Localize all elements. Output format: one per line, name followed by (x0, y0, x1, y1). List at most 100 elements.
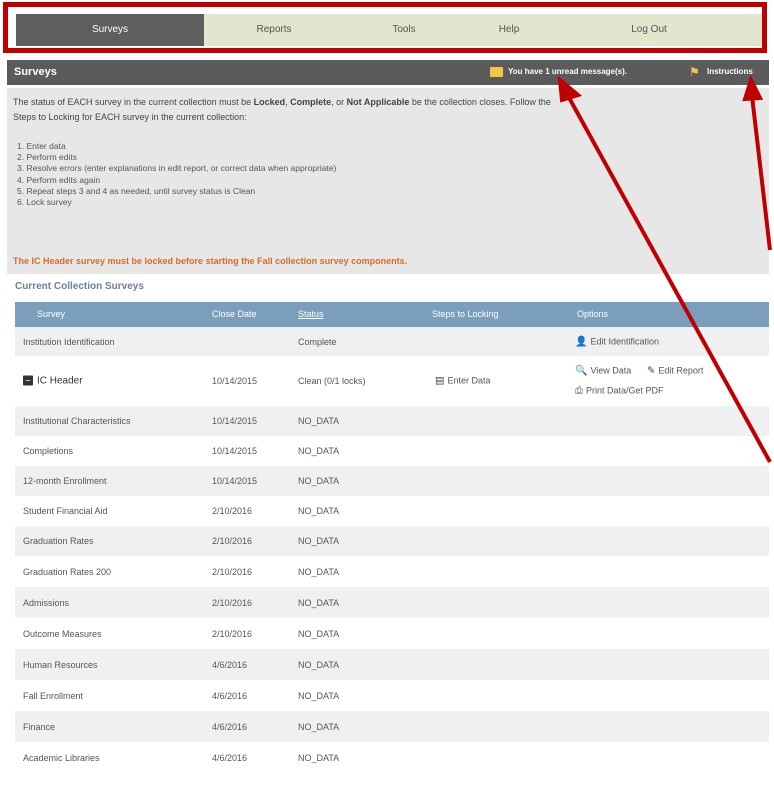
unread-messages-link[interactable]: You have 1 unread message(s). (508, 67, 627, 76)
survey-status: Complete (298, 336, 337, 347)
table-row: Outcome Measures 2/10/2016 NO_DATA (15, 618, 769, 649)
close-date: 10/14/2015 (212, 416, 258, 426)
survey-name: Institutional Characteristics (23, 416, 131, 426)
survey-name: Graduation Rates (23, 536, 94, 546)
document-icon: ▤ (435, 375, 445, 387)
step-item: 5. Repeat steps 3 and 4 as needed, until… (17, 185, 256, 196)
column-header-survey: Survey (37, 309, 66, 319)
survey-status: NO_DATA (298, 721, 340, 732)
steps-list: 1. Enter data 2. Perform edits 3. Resolv… (17, 141, 336, 208)
close-date: 2/10/2016 (212, 566, 253, 577)
survey-status: NO_DATA (298, 416, 340, 426)
envelope-icon[interactable] (490, 67, 503, 77)
status-instructions-text: The status of EACH survey in the current… (13, 95, 761, 125)
survey-status: NO_DATA (298, 690, 340, 701)
close-date: 4/6/2016 (212, 721, 248, 732)
ic-header-warning: The IC Header survey must be locked befo… (13, 256, 408, 266)
table-row: Institution Identification Complete 👤 Edi… (15, 327, 769, 356)
close-date: 4/6/2016 (212, 752, 248, 763)
survey-status: NO_DATA (298, 597, 340, 608)
survey-name: Institution Identification (23, 336, 115, 347)
edit-identification-link[interactable]: 👤 Edit Identification (575, 336, 659, 347)
table-row: Institutional Characteristics 10/14/2015… (15, 406, 769, 436)
survey-status: NO_DATA (298, 536, 340, 546)
enter-data-link[interactable]: ▤ Enter Data (435, 376, 490, 387)
close-date: 4/6/2016 (212, 659, 248, 670)
survey-name: Fall Enrollment (23, 690, 84, 701)
info-text-part2: be (409, 97, 422, 107)
view-data-label: View Data (590, 365, 632, 376)
status-not-applicable-text: Not Applicable (346, 97, 410, 107)
table-row: Academic Libraries 4/6/2016 NO_DATA (15, 742, 769, 773)
survey-status: NO_DATA (298, 566, 340, 577)
close-date: 2/10/2016 (212, 536, 253, 546)
section-title: Current Collection Surveys (15, 281, 144, 292)
tab-tools[interactable]: Tools (344, 14, 464, 46)
view-data-link[interactable]: 🔍 View Data (575, 366, 631, 377)
top-navigation: Surveys Reports Tools Help Log Out (0, 0, 774, 58)
tab-reports[interactable]: Reports (204, 14, 344, 46)
survey-status: Clean (0/1 locks) (298, 376, 366, 386)
flag-icon[interactable]: ⚑ (689, 65, 703, 79)
column-header-status[interactable]: Status (298, 309, 324, 319)
close-date: 2/10/2016 (212, 506, 253, 516)
status-locked-text: Locked (253, 97, 286, 107)
user-icon: 👤 (575, 336, 588, 347)
step-item: 3. Resolve errors (enter explanations in… (17, 163, 337, 174)
tab-help[interactable]: Help (464, 14, 554, 46)
column-header-steps: Steps to Locking (432, 309, 499, 319)
status-complete-text: Complete (290, 97, 332, 107)
info-text-part1: The status of EACH survey in the current… (13, 97, 254, 107)
table-row: Student Financial Aid 2/10/2016 NO_DATA (15, 496, 769, 526)
info-text-part3: the collection closes. Follow the (421, 97, 551, 107)
survey-status: NO_DATA (298, 752, 340, 763)
edit-report-label: Edit Report (658, 365, 704, 376)
table-row: Human Resources 4/6/2016 NO_DATA (15, 649, 769, 680)
magnifier-icon: 🔍 (575, 365, 588, 377)
step-item: 2. Perform edits (17, 152, 77, 163)
page-title: Surveys (14, 66, 57, 78)
column-header-close-date: Close Date (212, 309, 257, 319)
collapse-icon[interactable]: − (23, 375, 33, 386)
close-date: 2/10/2016 (212, 628, 253, 639)
page-header: Surveys You have 1 unread message(s). ⚑ … (7, 60, 769, 85)
survey-name: Finance (23, 721, 56, 732)
survey-name-cell: − IC Header (23, 375, 83, 387)
edit-identification-label: Edit Identification (590, 336, 659, 346)
close-date: 4/6/2016 (212, 690, 248, 701)
survey-name: Completions (23, 446, 74, 456)
survey-name: Outcome Measures (23, 628, 102, 639)
table-row: 12-month Enrollment 10/14/2015 NO_DATA (15, 466, 769, 496)
survey-name: Admissions (23, 597, 70, 608)
table-row: Fall Enrollment 4/6/2016 NO_DATA (15, 680, 769, 711)
table-row: Admissions 2/10/2016 NO_DATA (15, 587, 769, 618)
print-data-link[interactable]: ⎙ Print Data/Get PDF (575, 386, 664, 397)
close-date: 10/14/2015 (212, 376, 258, 386)
close-date: 10/14/2015 (212, 476, 258, 486)
table-row: Graduation Rates 200 2/10/2016 NO_DATA (15, 556, 769, 587)
tab-surveys[interactable]: Surveys (16, 14, 204, 46)
survey-status: NO_DATA (298, 628, 340, 639)
step-item: 1. Enter data (17, 141, 66, 151)
table-row: Graduation Rates 2/10/2016 NO_DATA (15, 526, 769, 556)
tab-log-out[interactable]: Log Out (554, 14, 744, 46)
info-text-part4: Steps to Locking for EACH survey in the … (13, 112, 247, 122)
enter-data-label: Enter Data (447, 375, 491, 386)
survey-name: Human Resources (23, 659, 98, 670)
survey-status: NO_DATA (298, 659, 340, 670)
info-sep2: , or (331, 97, 347, 107)
close-date: 2/10/2016 (212, 597, 253, 608)
survey-status: NO_DATA (298, 476, 340, 486)
instructions-link[interactable]: Instructions (707, 67, 753, 76)
step-item: 4. Perform edits again (17, 174, 101, 185)
pencil-icon: ✎ (647, 365, 656, 377)
survey-name: Graduation Rates 200 (23, 566, 112, 577)
survey-status: NO_DATA (298, 506, 340, 516)
table-row: Completions 10/14/2015 NO_DATA (15, 436, 769, 466)
table-row: Finance 4/6/2016 NO_DATA (15, 711, 769, 742)
step-item: 6. Lock survey (17, 197, 72, 208)
edit-report-link[interactable]: ✎ Edit Report (647, 366, 703, 377)
table-header: Survey Close Date Status Steps to Lockin… (15, 302, 769, 327)
column-header-options: Options (577, 309, 609, 319)
close-date: 10/14/2015 (212, 446, 258, 456)
